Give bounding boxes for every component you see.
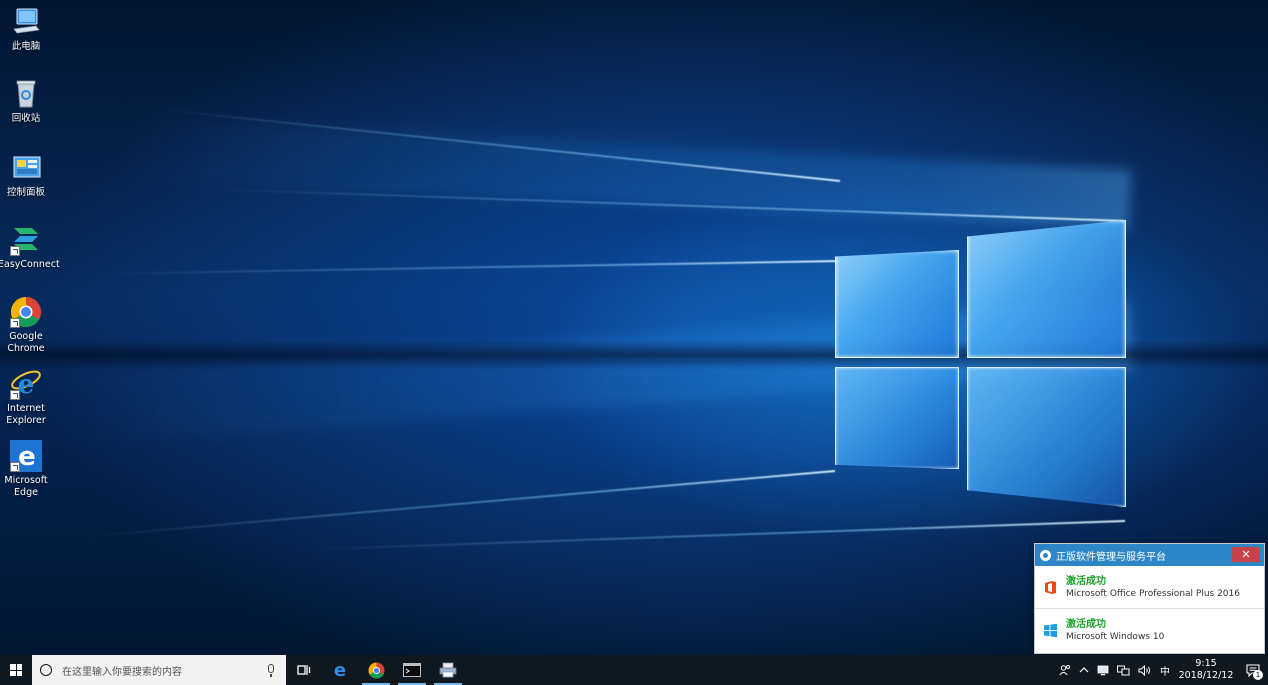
chrome-icon [10, 296, 42, 328]
people-icon [1059, 665, 1070, 676]
activation-notification: 正版软件管理与服务平台 ✕ 激活成功 Microsoft Office Prof… [1034, 543, 1265, 654]
show-hidden-icons-button[interactable] [1075, 655, 1093, 685]
notification-item-windows[interactable]: 激活成功 Microsoft Windows 10 [1035, 608, 1264, 651]
desktop-wallpaper: 此电脑 回收站 控制面板 EasyConnect Google Chrome e… [0, 0, 1268, 655]
light-glow [119, 117, 1132, 230]
command-prompt-icon [403, 663, 421, 677]
action-center-button[interactable]: 1 [1238, 655, 1268, 685]
windows-icon [1043, 623, 1058, 638]
logo-pane-top-right [967, 220, 1126, 358]
light-beam [82, 470, 836, 538]
cortana-icon [40, 664, 52, 676]
desktop-icon-internet-explorer[interactable]: e Internet Explorer [0, 368, 52, 427]
task-view-icon [297, 665, 311, 675]
desktop-icon-control-panel[interactable]: 控制面板 [0, 152, 52, 199]
desktop-icon-label: Internet Explorer [6, 403, 46, 426]
display-tray-button[interactable] [1093, 655, 1113, 685]
desktop-icon-microsoft-edge[interactable]: e Microsoft Edge [0, 440, 52, 499]
logo-pane-bottom-right [967, 367, 1126, 507]
desktop-icon-label: 控制面板 [6, 187, 45, 198]
clock-time: 9:15 [1195, 658, 1217, 669]
desktop-icon-this-pc[interactable]: 此电脑 [0, 6, 52, 53]
clock[interactable]: 9:15 2018/12/12 [1174, 658, 1238, 682]
close-button[interactable]: ✕ [1232, 547, 1260, 562]
search-box[interactable]: 在这里输入你要搜索的内容 [32, 655, 286, 685]
taskbar-printer[interactable] [430, 655, 466, 685]
edge-icon: e [10, 440, 42, 472]
network-button[interactable] [1113, 655, 1134, 685]
chevron-up-icon [1079, 667, 1089, 673]
control-panel-icon [10, 152, 42, 184]
windows-start-icon [10, 664, 22, 676]
shortcut-arrow-icon [10, 318, 20, 328]
system-tray: 中 9:15 2018/12/12 1 [1055, 655, 1268, 685]
input-method-button[interactable]: 中 [1156, 655, 1174, 685]
edge-icon: e [334, 661, 346, 679]
clock-date: 2018/12/12 [1178, 670, 1234, 681]
svg-text:e: e [18, 442, 36, 472]
product-name: Microsoft Office Professional Plus 2016 [1066, 588, 1240, 599]
printer-icon [439, 662, 457, 678]
notification-item-office[interactable]: 激活成功 Microsoft Office Professional Plus … [1035, 566, 1264, 608]
easyconnect-icon [10, 224, 42, 256]
shortcut-arrow-icon [10, 246, 20, 256]
taskbar: 在这里输入你要搜索的内容 e 中 9:15 2018/12/12 1 [0, 655, 1268, 685]
speaker-icon [1138, 664, 1151, 676]
desktop-icon-label: Google Chrome [7, 331, 45, 354]
service-platform-icon [1040, 549, 1051, 561]
taskbar-chrome[interactable] [358, 655, 394, 685]
activation-status: 激活成功 [1066, 618, 1106, 630]
recycle-bin-icon [10, 78, 42, 110]
desktop-icon-easyconnect[interactable]: EasyConnect [0, 224, 60, 271]
task-view-button[interactable] [286, 655, 322, 685]
search-placeholder: 在这里输入你要搜索的内容 [62, 666, 182, 678]
desktop-icon-recycle-bin[interactable]: 回收站 [0, 78, 52, 125]
desktop-icon-google-chrome[interactable]: Google Chrome [0, 296, 52, 355]
desktop-icon-label: Microsoft Edge [4, 475, 48, 498]
microphone-icon[interactable] [268, 664, 274, 677]
volume-button[interactable] [1134, 655, 1156, 685]
light-beam [100, 260, 841, 275]
office-icon [1043, 580, 1058, 595]
taskbar-edge[interactable]: e [322, 655, 358, 685]
product-name: Microsoft Windows 10 [1066, 631, 1165, 642]
desktop-icon-label: 此电脑 [11, 41, 41, 52]
monitor-icon [1097, 665, 1109, 675]
logo-pane-top-left [835, 250, 959, 358]
svg-text:e: e [334, 661, 346, 679]
shortcut-arrow-icon [10, 462, 20, 472]
light-beam [300, 520, 1126, 551]
desktop-icon-label: EasyConnect [0, 259, 60, 270]
chrome-icon [368, 662, 384, 678]
shortcut-arrow-icon [10, 390, 20, 400]
start-button[interactable] [0, 655, 32, 685]
network-icon [1117, 665, 1130, 675]
taskbar-command-prompt[interactable] [394, 655, 430, 685]
logo-pane-bottom-left [835, 367, 959, 469]
notification-count-badge: 1 [1253, 670, 1263, 680]
svg-text:e: e [18, 370, 35, 400]
notification-header: 正版软件管理与服务平台 ✕ [1035, 544, 1264, 566]
internet-explorer-icon: e [10, 368, 42, 400]
people-button[interactable] [1055, 655, 1075, 685]
notification-title: 正版软件管理与服务平台 [1056, 551, 1166, 563]
computer-icon [10, 6, 42, 38]
activation-status: 激活成功 [1066, 575, 1106, 587]
desktop-icon-label: 回收站 [11, 113, 41, 124]
